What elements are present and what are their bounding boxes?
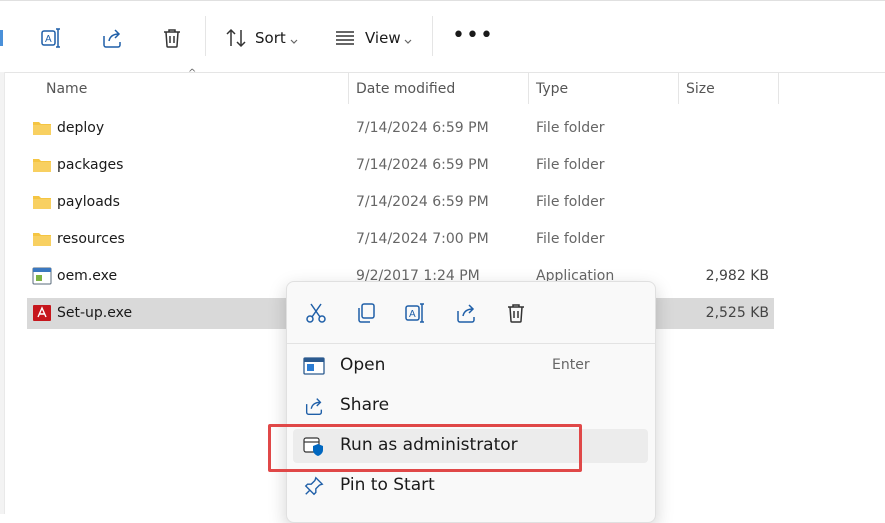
svg-text:A: A [409, 309, 416, 320]
context-menu: A Open Enter Share Run as administrator … [286, 281, 656, 523]
navigation-pane-edge [0, 72, 5, 514]
annotation-highlight-box [268, 424, 582, 472]
view-icon[interactable] [333, 26, 357, 50]
column-divider[interactable] [678, 72, 679, 104]
sort-button[interactable]: Sort [255, 29, 286, 47]
column-header-size[interactable]: Size [686, 72, 776, 104]
share-icon[interactable] [100, 26, 124, 50]
menu-item-label: Pin to Start [340, 475, 435, 495]
view-button[interactable]: View [365, 29, 401, 47]
file-row[interactable]: packages 7/14/2024 6:59 PM File folder [27, 150, 774, 181]
chevron-down-icon [403, 31, 413, 44]
file-date: 7/14/2024 6:59 PM [356, 120, 489, 136]
file-date: 7/14/2024 6:59 PM [356, 157, 489, 173]
toolbar-separator [432, 16, 433, 56]
application-icon [32, 267, 52, 285]
file-row[interactable]: resources 7/14/2024 7:00 PM File folder [27, 224, 774, 255]
menu-item-open[interactable]: Open Enter [293, 349, 648, 383]
copy-icon[interactable] [352, 299, 380, 327]
menu-item-label: Share [340, 395, 390, 415]
file-type: File folder [536, 231, 605, 247]
cut-icon[interactable] [302, 299, 330, 327]
column-divider[interactable] [528, 72, 529, 104]
share-icon [303, 395, 325, 417]
column-header-name[interactable]: Name [46, 72, 346, 104]
column-divider[interactable] [348, 72, 349, 104]
file-name: packages [57, 157, 124, 173]
folder-icon [32, 193, 52, 211]
file-type: File folder [536, 120, 605, 136]
menu-item-pin-to-start[interactable]: Pin to Start [293, 469, 648, 503]
file-row[interactable]: deploy 7/14/2024 6:59 PM File folder [27, 113, 774, 144]
file-type: File folder [536, 194, 605, 210]
folder-icon [32, 230, 52, 248]
delete-icon[interactable] [502, 299, 530, 327]
menu-divider [287, 343, 655, 344]
svg-text:A: A [45, 34, 52, 45]
file-name: oem.exe [57, 268, 118, 284]
delete-icon[interactable] [160, 26, 184, 50]
file-size: 2,982 KB [705, 268, 769, 284]
toolbar-separator [205, 16, 206, 56]
column-divider[interactable] [778, 72, 779, 104]
file-name: deploy [57, 120, 105, 136]
more-options-button[interactable]: ••• [452, 25, 493, 50]
file-size: 2,525 KB [705, 305, 769, 321]
file-name: payloads [57, 194, 120, 210]
toolbar-top-border [0, 0, 885, 1]
file-row[interactable]: payloads 7/14/2024 6:59 PM File folder [27, 187, 774, 218]
open-icon [303, 355, 325, 377]
rename-icon[interactable]: A [402, 299, 430, 327]
command-bar: A Sort View ••• [0, 0, 885, 73]
share-icon[interactable] [452, 299, 480, 327]
installer-icon [32, 304, 52, 322]
menu-item-label: Open [340, 355, 386, 375]
folder-icon [32, 156, 52, 174]
toolbar-edge-marker [0, 30, 3, 46]
sort-icon[interactable] [224, 26, 248, 50]
file-date: 7/14/2024 6:59 PM [356, 194, 489, 210]
file-name: Set-up.exe [57, 305, 133, 321]
menu-item-share[interactable]: Share [293, 389, 648, 423]
column-header-date[interactable]: Date modified [356, 72, 526, 104]
file-type: File folder [536, 157, 605, 173]
rename-icon[interactable]: A [40, 26, 64, 50]
pin-icon [303, 475, 325, 497]
folder-icon [32, 119, 52, 137]
chevron-down-icon [289, 31, 299, 44]
file-name: resources [57, 231, 125, 247]
menu-item-shortcut: Enter [552, 357, 590, 373]
column-header-type[interactable]: Type [536, 72, 676, 104]
file-date: 7/14/2024 7:00 PM [356, 231, 489, 247]
